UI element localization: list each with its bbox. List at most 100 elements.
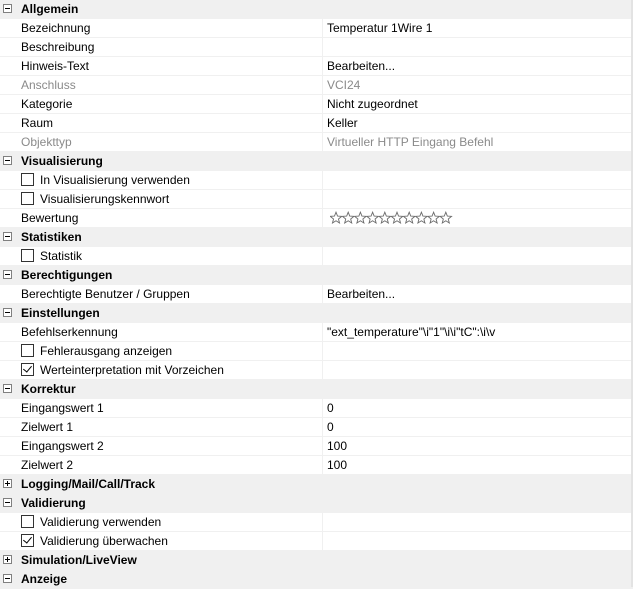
category-simulation[interactable]: Simulation/LiveView	[0, 551, 633, 570]
property-row-befehlserkennung[interactable]: Befehlserkennung "ext_temperature"\i"1"\…	[0, 323, 633, 342]
star-icon[interactable]	[365, 211, 380, 225]
category-visualisierung[interactable]: Visualisierung	[0, 152, 633, 171]
collapse-icon[interactable]	[3, 156, 12, 165]
column-divider	[322, 133, 323, 151]
star-icon[interactable]	[377, 211, 392, 225]
property-row-berechtigte-benutzer[interactable]: Berechtigte Benutzer / Gruppen Bearbeite…	[0, 285, 633, 304]
property-row-anschluss: Anschluss VCI24	[0, 76, 633, 95]
property-value-bezeichnung[interactable]: Temperatur 1Wire 1	[327, 21, 432, 36]
property-name: Berechtigte Benutzer / Gruppen	[21, 287, 190, 301]
checkbox-validierung-ueberwachen[interactable]	[21, 534, 34, 547]
category-berechtigungen[interactable]: Berechtigungen	[0, 266, 633, 285]
property-name: Eingangswert 1	[21, 401, 104, 415]
expand-icon[interactable]	[3, 555, 12, 564]
property-row-eingangswert-2[interactable]: Eingangswert 2 100	[0, 437, 633, 456]
checkbox-validierung-verwenden[interactable]	[21, 515, 34, 528]
property-value-zielwert-2[interactable]: 100	[327, 458, 347, 473]
property-row-hinweis-text[interactable]: Hinweis-Text Bearbeiten...	[0, 57, 633, 76]
property-row-beschreibung[interactable]: Beschreibung	[0, 38, 633, 57]
property-row-fehlerausgang[interactable]: Fehlerausgang anzeigen	[0, 342, 633, 361]
property-name: Validierung verwenden	[40, 515, 162, 529]
property-row-validierung-ueberwachen[interactable]: Validierung überwachen	[0, 532, 633, 551]
column-divider	[322, 38, 323, 56]
property-row-raum[interactable]: Raum Keller	[0, 114, 633, 133]
collapse-icon[interactable]	[3, 232, 12, 241]
property-name: Kategorie	[21, 97, 73, 111]
expand-icon[interactable]	[3, 479, 12, 488]
column-divider	[322, 209, 323, 227]
star-icon[interactable]	[438, 211, 453, 225]
category-label: Validierung	[21, 496, 86, 510]
property-row-in-visualisierung[interactable]: In Visualisierung verwenden	[0, 171, 633, 190]
column-divider	[322, 19, 323, 37]
category-allgemein[interactable]: Allgemein	[0, 0, 633, 19]
collapse-icon[interactable]	[3, 270, 12, 279]
checkbox-werteinterpretation[interactable]	[21, 363, 34, 376]
checkbox-in-visualisierung[interactable]	[21, 173, 34, 186]
category-korrektur[interactable]: Korrektur	[0, 380, 633, 399]
column-divider	[322, 532, 323, 550]
property-name: Validierung überwachen	[40, 534, 168, 548]
star-icon[interactable]	[353, 211, 368, 225]
property-row-statistik[interactable]: Statistik	[0, 247, 633, 266]
property-value-hinweis-text[interactable]: Bearbeiten...	[327, 59, 395, 74]
property-row-objekttyp: Objekttyp Virtueller HTTP Eingang Befehl	[0, 133, 633, 152]
star-icon[interactable]	[330, 211, 343, 225]
property-row-visualisierungskennwort[interactable]: Visualisierungskennwort	[0, 190, 633, 209]
property-row-zielwert-1[interactable]: Zielwert 1 0	[0, 418, 633, 437]
property-value-zielwert-1[interactable]: 0	[327, 420, 334, 435]
property-name: Bewertung	[21, 211, 79, 225]
column-divider	[322, 114, 323, 132]
column-divider	[322, 76, 323, 94]
collapse-icon[interactable]	[3, 498, 12, 507]
column-divider	[322, 171, 323, 189]
property-row-bewertung[interactable]: Bewertung	[0, 209, 633, 228]
star-icon[interactable]	[414, 211, 429, 225]
column-divider	[322, 513, 323, 531]
property-row-zielwert-2[interactable]: Zielwert 2 100	[0, 456, 633, 475]
property-value-eingangswert-2[interactable]: 100	[327, 439, 347, 454]
category-validierung[interactable]: Validierung	[0, 494, 633, 513]
property-name: Raum	[21, 116, 54, 130]
star-icon[interactable]	[426, 211, 441, 225]
star-icon[interactable]	[390, 211, 404, 225]
collapse-icon[interactable]	[3, 308, 12, 317]
category-logging[interactable]: Logging/Mail/Call/Track	[0, 475, 633, 494]
property-value-kategorie[interactable]: Nicht zugeordnet	[327, 97, 418, 112]
category-label: Simulation/LiveView	[21, 553, 137, 567]
category-label: Korrektur	[21, 382, 76, 396]
property-row-validierung-verwenden[interactable]: Validierung verwenden	[0, 513, 633, 532]
star-icon[interactable]	[402, 211, 417, 225]
column-divider	[322, 95, 323, 113]
property-name: Visualisierungskennwort	[40, 192, 170, 206]
category-label: Berechtigungen	[21, 268, 113, 282]
property-value-raum[interactable]: Keller	[327, 116, 358, 131]
property-value-berechtigte-benutzer[interactable]: Bearbeiten...	[327, 287, 395, 302]
category-anzeige[interactable]: Anzeige	[0, 570, 633, 589]
column-divider	[322, 342, 323, 360]
property-value-befehlserkennung[interactable]: "ext_temperature"\i"1"\i\i"tC":\i\v	[327, 325, 495, 340]
property-name: Fehlerausgang anzeigen	[40, 344, 173, 358]
collapse-icon[interactable]	[3, 4, 12, 13]
star-rating[interactable]	[330, 211, 480, 225]
category-einstellungen[interactable]: Einstellungen	[0, 304, 633, 323]
checkbox-statistik[interactable]	[21, 249, 34, 262]
property-row-bezeichnung[interactable]: Bezeichnung Temperatur 1Wire 1	[0, 19, 633, 38]
collapse-icon[interactable]	[3, 384, 12, 393]
property-value-eingangswert-1[interactable]: 0	[327, 401, 334, 416]
property-name: Beschreibung	[21, 40, 95, 54]
property-row-werteinterpretation[interactable]: Werteinterpretation mit Vorzeichen	[0, 361, 633, 380]
collapse-icon[interactable]	[3, 574, 12, 583]
column-divider	[322, 247, 323, 265]
property-name: Objekttyp	[21, 135, 72, 149]
property-value-objekttyp: Virtueller HTTP Eingang Befehl	[327, 135, 494, 149]
property-row-eingangswert-1[interactable]: Eingangswert 1 0	[0, 399, 633, 418]
property-name: Anschluss	[21, 78, 76, 92]
star-icon[interactable]	[341, 211, 356, 225]
checkbox-fehlerausgang[interactable]	[21, 344, 34, 357]
property-name: Zielwert 2	[21, 458, 74, 472]
checkbox-visualisierungskennwort[interactable]	[21, 192, 34, 205]
category-statistiken[interactable]: Statistiken	[0, 228, 633, 247]
property-row-kategorie[interactable]: Kategorie Nicht zugeordnet	[0, 95, 633, 114]
property-name: Hinweis-Text	[21, 59, 90, 73]
